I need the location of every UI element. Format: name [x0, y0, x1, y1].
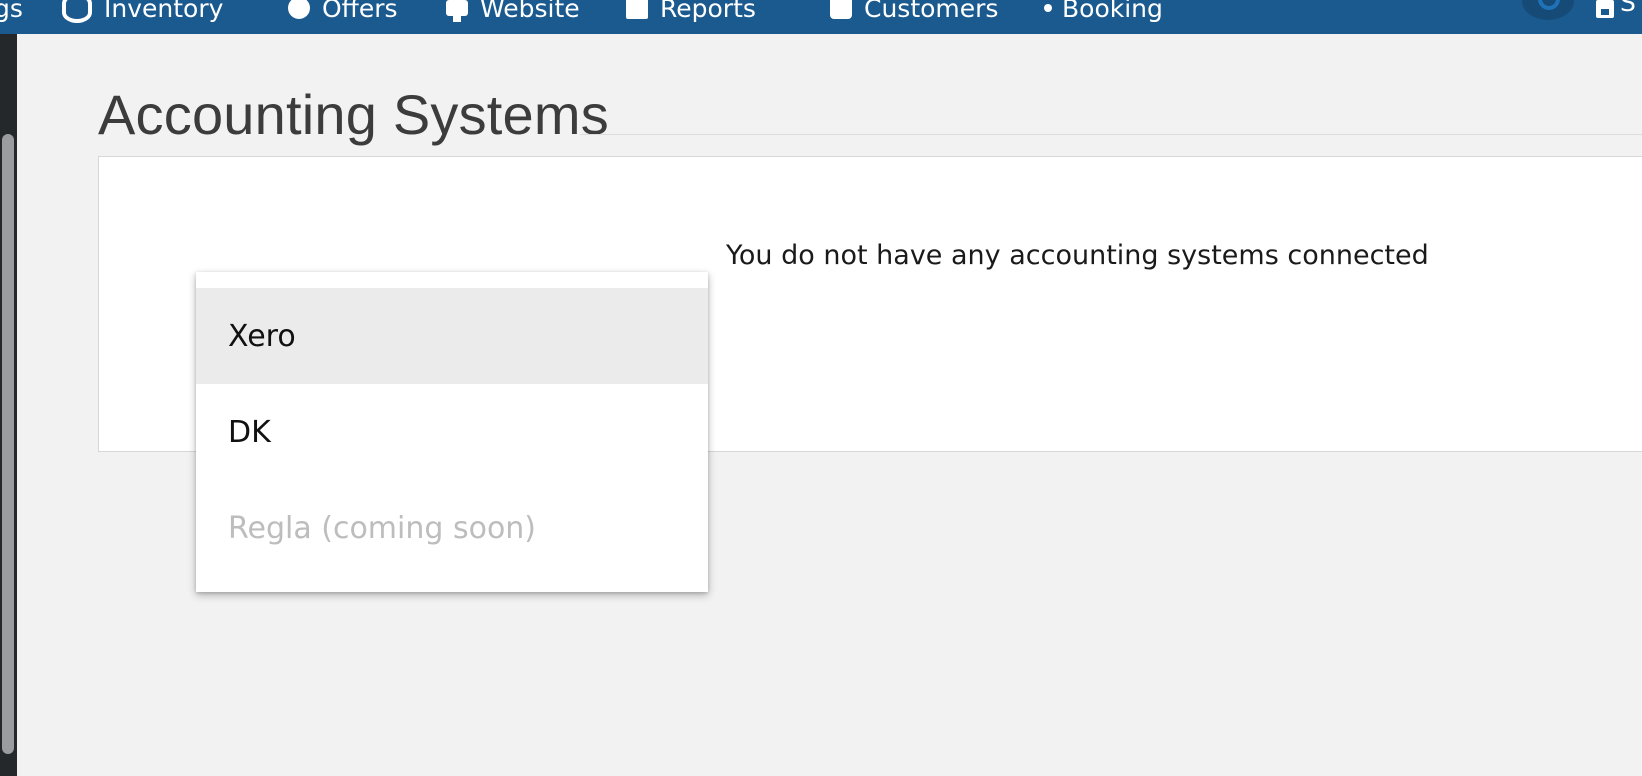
nav-item-partial[interactable]: gs	[0, 0, 23, 28]
option-dk[interactable]: DK	[196, 384, 708, 480]
nav-item-label: Booking	[1062, 0, 1163, 23]
option-regla-coming-soon: Regla (coming soon)	[228, 510, 537, 546]
empty-state-message: You do not have any accounting systems c…	[726, 240, 1429, 271]
nav-item-label: Website	[480, 0, 580, 23]
nav-item-website[interactable]: Website	[446, 0, 580, 28]
nav-item-label: Reports	[660, 0, 756, 23]
nav-item-label: Customers	[864, 0, 999, 23]
search-icon	[1538, 0, 1560, 10]
database-icon	[62, 0, 92, 23]
nav-item-label: Inventory	[104, 0, 224, 23]
report-icon	[626, 0, 648, 19]
nav-item-booking[interactable]: Booking	[1044, 0, 1163, 28]
scrollbar-thumb[interactable]	[2, 134, 14, 754]
gear-icon	[288, 0, 310, 19]
left-scroll-rail	[0, 34, 17, 776]
option-xero[interactable]: Xero	[196, 288, 708, 384]
nav-item-offers[interactable]: Offers	[288, 0, 398, 28]
user-icon	[830, 0, 852, 19]
nav-item-label: gs	[0, 0, 23, 23]
accounting-system-dropdown-menu: Xero DK Regla (coming soon)	[196, 272, 708, 592]
nav-item-reports[interactable]: Reports	[626, 0, 756, 28]
nav-item-label: Offers	[322, 0, 398, 23]
search-button[interactable]	[1522, 0, 1574, 20]
save-label[interactable]: S	[1620, 0, 1636, 17]
nav-item-customers[interactable]: Customers	[830, 0, 998, 28]
dot-icon	[1044, 4, 1052, 12]
monitor-icon	[446, 0, 468, 22]
top-navigation-bar: gs Inventory Offers Website Reports Cust…	[0, 0, 1642, 34]
page-title: Accounting Systems	[98, 83, 609, 146]
title-divider	[580, 134, 1642, 135]
save-icon[interactable]	[1596, 0, 1614, 18]
nav-item-inventory[interactable]: Inventory	[62, 0, 223, 28]
